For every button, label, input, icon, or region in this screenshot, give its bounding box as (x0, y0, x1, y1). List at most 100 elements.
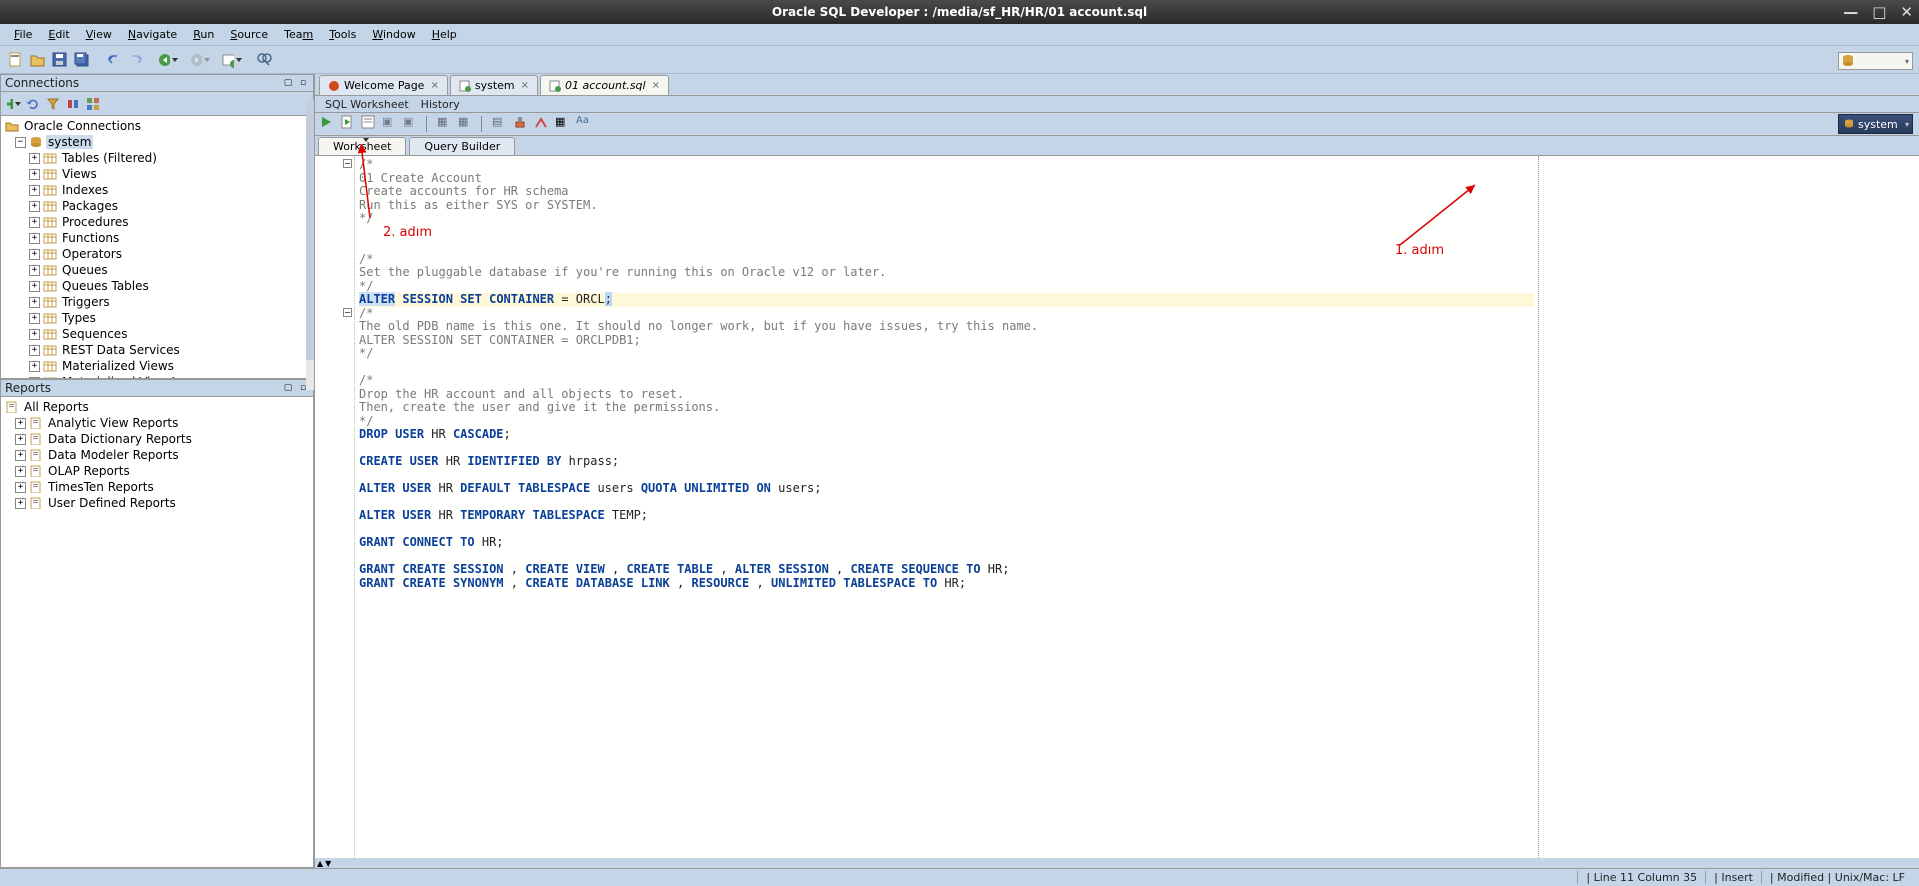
filter-icon[interactable] (45, 96, 61, 112)
menu-file[interactable]: File (6, 25, 40, 44)
open-icon[interactable] (28, 50, 48, 70)
expand-icon[interactable]: + (15, 418, 26, 429)
menu-source[interactable]: Source (222, 25, 276, 44)
clear-icon[interactable] (513, 115, 531, 133)
editor-tab[interactable]: system× (450, 75, 538, 95)
expand-icon[interactable]: + (29, 313, 40, 324)
expand-icon[interactable]: + (29, 281, 40, 292)
panel-minimize-icon[interactable]: ▢ (282, 77, 294, 89)
undo-icon[interactable] (104, 50, 124, 70)
tree-item[interactable]: +Tables (Filtered) (1, 150, 313, 166)
search-icon[interactable] (254, 50, 274, 70)
expand-icon[interactable]: + (29, 185, 40, 196)
tree-item[interactable]: +Triggers (1, 294, 313, 310)
reports-tree[interactable]: All Reports+Analytic View Reports+Data D… (0, 397, 314, 868)
case-toggle-icon[interactable]: Aa (576, 115, 594, 133)
expand-icon[interactable]: + (29, 361, 40, 372)
tree-item[interactable]: +Views (1, 166, 313, 182)
report-item[interactable]: +OLAP Reports (1, 463, 313, 479)
fold-icon[interactable]: − (343, 159, 352, 168)
maximize-button[interactable]: □ (1872, 3, 1886, 21)
menu-window[interactable]: Window (364, 25, 423, 44)
db-selector[interactable]: system (1838, 114, 1913, 134)
code-editor[interactable]: /*01 Create AccountCreate accounts for H… (355, 156, 1538, 858)
report-item[interactable]: +TimesTen Reports (1, 479, 313, 495)
tree-item[interactable]: +Materialized Views (1, 358, 313, 374)
tree-db-node[interactable]: − system (1, 134, 313, 150)
menu-run[interactable]: Run (185, 25, 222, 44)
tab-close-icon[interactable]: × (521, 80, 529, 91)
expand-icon[interactable]: + (29, 345, 40, 356)
expand-icon[interactable]: + (29, 217, 40, 228)
run-script-icon[interactable] (340, 115, 358, 133)
report-item[interactable]: +Data Dictionary Reports (1, 431, 313, 447)
back-icon[interactable] (158, 50, 178, 70)
report-item[interactable]: +Data Modeler Reports (1, 447, 313, 463)
new-connection-icon[interactable] (5, 96, 21, 112)
minimize-button[interactable]: — (1843, 3, 1858, 21)
forward-icon[interactable] (190, 50, 210, 70)
collapse-icon[interactable]: − (15, 137, 26, 148)
tree-item[interactable]: +Packages (1, 198, 313, 214)
sql-worksheet-label[interactable]: SQL Worksheet (319, 98, 415, 111)
expand-icon[interactable]: + (15, 482, 26, 493)
history-label[interactable]: History (415, 98, 466, 111)
tree-root[interactable]: Oracle Connections (1, 118, 313, 134)
expand-icon[interactable]: + (29, 201, 40, 212)
db-dropdown-top[interactable] (1838, 52, 1913, 70)
tree-item[interactable]: +REST Data Services (1, 342, 313, 358)
connections-tree[interactable]: Oracle Connections − system +Tables (Fil… (0, 116, 314, 379)
expand-all-icon[interactable] (85, 96, 101, 112)
menu-help[interactable]: Help (424, 25, 465, 44)
tab-close-icon[interactable]: × (430, 80, 438, 91)
sql-worksheet-icon[interactable] (222, 50, 242, 70)
editor-tab[interactable]: 01 account.sql× (540, 75, 669, 95)
sql-recall-icon[interactable]: ▦ (458, 115, 476, 133)
menu-view[interactable]: View (78, 25, 120, 44)
snippet-icon[interactable] (534, 115, 552, 133)
expand-icon[interactable]: + (29, 233, 40, 244)
save-icon[interactable] (50, 50, 70, 70)
expand-icon[interactable]: + (29, 329, 40, 340)
tree-item[interactable]: +Types (1, 310, 313, 326)
tree-item[interactable]: +Indexes (1, 182, 313, 198)
report-item[interactable]: +User Defined Reports (1, 495, 313, 511)
close-button[interactable]: ✕ (1900, 3, 1913, 21)
redo-icon[interactable] (126, 50, 146, 70)
expand-icon[interactable]: + (29, 153, 40, 164)
expand-icon[interactable]: + (15, 434, 26, 445)
commit-icon[interactable]: ▣ (403, 115, 421, 133)
sql-history-icon[interactable]: ▦ (437, 115, 455, 133)
tree-item[interactable]: +Queues Tables (1, 278, 313, 294)
refresh-icon[interactable] (25, 96, 41, 112)
expand-icon[interactable]: + (15, 466, 26, 477)
tree-item[interactable]: +Sequences (1, 326, 313, 342)
expand-icon[interactable]: + (29, 169, 40, 180)
fold-icon[interactable]: − (343, 308, 352, 317)
editor-tab[interactable]: Welcome Page× (319, 75, 448, 95)
tree-item[interactable]: +Operators (1, 246, 313, 262)
new-file-icon[interactable] (6, 50, 26, 70)
scroll-up-icon[interactable]: ▲ (317, 859, 323, 868)
expand-icon[interactable]: + (15, 450, 26, 461)
tree-item[interactable]: +Queues (1, 262, 313, 278)
explain-plan-icon[interactable] (361, 115, 379, 133)
expand-icon[interactable]: + (15, 498, 26, 509)
tree-item[interactable]: +Procedures (1, 214, 313, 230)
menu-team[interactable]: Team (276, 25, 321, 44)
menu-tools[interactable]: Tools (321, 25, 364, 44)
menu-edit[interactable]: Edit (40, 25, 77, 44)
report-item[interactable]: +Analytic View Reports (1, 415, 313, 431)
menu-navigate[interactable]: Navigate (120, 25, 185, 44)
format-icon[interactable]: ▤ (492, 115, 510, 133)
panel-restore-icon[interactable]: ▫ (297, 77, 309, 89)
query-builder-tab[interactable]: Query Builder (409, 137, 515, 155)
save-all-icon[interactable] (72, 50, 92, 70)
tns-icon[interactable] (65, 96, 81, 112)
panel-minimize-icon[interactable]: ▢ (282, 382, 294, 394)
run-statement-icon[interactable] (319, 115, 337, 133)
scroll-down-icon[interactable]: ▼ (325, 859, 331, 868)
expand-icon[interactable]: + (29, 249, 40, 260)
autotrace-icon[interactable]: ▣ (382, 115, 400, 133)
left-scrollbar[interactable] (306, 100, 314, 390)
